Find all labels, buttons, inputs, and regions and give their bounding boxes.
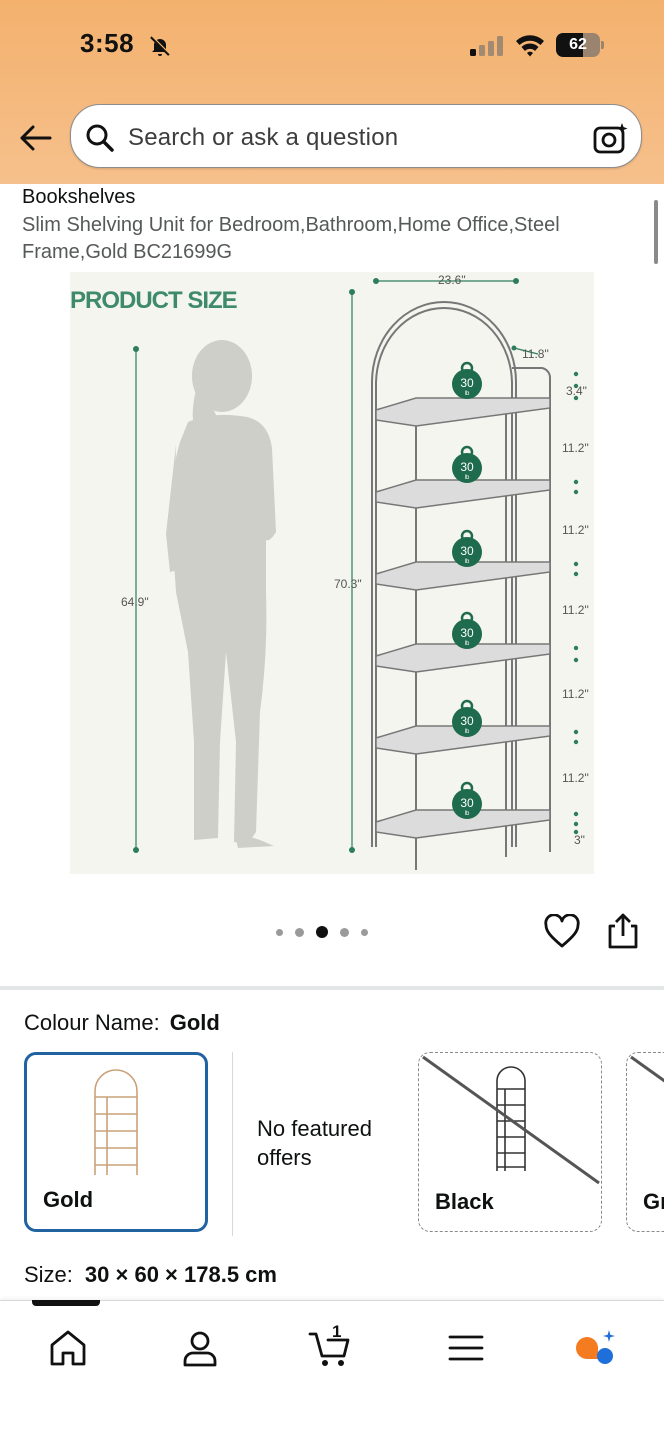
load-value: 30: [460, 714, 474, 728]
carousel-dot[interactable]: [276, 928, 283, 936]
gold-shelf-thumbnail: [94, 1069, 138, 1175]
load-value: 30: [460, 626, 474, 640]
bell-off-icon: [150, 35, 171, 56]
bottom-gap-label: 3": [574, 833, 585, 847]
carousel-dot[interactable]: [361, 928, 368, 936]
no-featured-offers: No featured offers: [257, 1116, 372, 1170]
load-value: 30: [460, 460, 474, 474]
wifi-icon: [516, 35, 544, 57]
share-icon[interactable]: [606, 912, 640, 950]
product-size-heading: PRODUCT SIZE: [70, 287, 238, 314]
search-input[interactable]: Search or ask a question: [70, 104, 642, 168]
depth-label: 11.8": [522, 347, 549, 361]
search-icon: [86, 124, 114, 152]
load-unit: lb: [465, 391, 470, 397]
carousel-dot[interactable]: [295, 927, 304, 937]
status-time: 3:58: [80, 28, 135, 58]
total-height-label: 70.3": [334, 577, 362, 591]
account-icon[interactable]: [178, 1326, 222, 1370]
size-value: 30 × 60 × 178.5 cm: [84, 1262, 277, 1287]
cart-count: 1: [332, 1322, 342, 1341]
back-arrow-icon[interactable]: [16, 118, 56, 158]
section-divider: [0, 986, 664, 990]
carousel-dots[interactable]: [276, 925, 368, 939]
product-title: Slim Shelving Unit for Bedroom,Bathroom,…: [22, 214, 560, 263]
colour-option-gold[interactable]: Gold: [24, 1052, 208, 1232]
load-value: 30: [460, 796, 474, 810]
home-icon[interactable]: [46, 1326, 90, 1370]
load-unit: lb: [465, 559, 470, 565]
load-badges: 30lb 30lb 30lb 30lb 30lb 30lb: [452, 361, 482, 819]
load-unit: lb: [465, 729, 470, 735]
size-label: Size:: [24, 1262, 73, 1287]
signal-icon: [470, 36, 503, 56]
colour-option-label: Black: [435, 1189, 494, 1214]
search-placeholder: Search or ask a question: [128, 124, 399, 151]
shelf-gap-label: 11.2": [562, 441, 589, 455]
load-unit: lb: [465, 811, 470, 817]
heart-icon[interactable]: [544, 914, 580, 950]
colour-option-grey[interactable]: Gr: [626, 1052, 664, 1232]
product-size-diagram: PRODUCT SIZE 64.9" 70.3" 23.6" 11.8" 30l…: [70, 273, 589, 870]
person-silhouette: [166, 340, 276, 848]
menu-icon[interactable]: [444, 1326, 488, 1370]
carousel-dot-active[interactable]: [316, 926, 328, 938]
colour-name-row: Colour Name: Gold: [24, 1010, 220, 1036]
battery-indicator: 62: [556, 33, 604, 57]
size-row[interactable]: Size: 30 × 60 × 178.5 cm: [24, 1262, 277, 1288]
swatch-separator: [232, 1052, 233, 1236]
shelf-gap-label: 11.2": [562, 687, 589, 701]
battery-level-text: 62: [569, 36, 587, 53]
cart-icon: [308, 1332, 350, 1366]
load-unit: lb: [465, 475, 470, 481]
person-height-label: 64.9": [121, 595, 149, 609]
rufus-icon[interactable]: [572, 1326, 616, 1370]
app-header: 3:58 62 Search or ask a question: [0, 0, 664, 184]
carousel-dot[interactable]: [340, 927, 349, 937]
top-gap-label: 3.4": [566, 384, 587, 398]
load-value: 30: [460, 376, 474, 390]
nav-active-indicator: [32, 1300, 100, 1306]
shelf-gap-label: 11.2": [562, 771, 589, 785]
product-image[interactable]: PRODUCT SIZE 64.9" 70.3" 23.6" 11.8" 30 …: [70, 272, 594, 874]
colour-label: Colour Name:: [24, 1010, 160, 1035]
colour-option-black[interactable]: Black: [418, 1052, 602, 1232]
colour-selected-value: Gold: [169, 1010, 220, 1035]
scrollbar[interactable]: [654, 200, 658, 264]
camera-icon[interactable]: [593, 121, 629, 155]
width-label: 23.6": [438, 273, 466, 287]
colour-option-label: Gr: [643, 1189, 664, 1214]
breadcrumb[interactable]: Bookshelves: [22, 186, 135, 209]
cart-button[interactable]: 1: [308, 1322, 352, 1370]
load-unit: lb: [465, 641, 470, 647]
shelf-gap-label: 11.2": [562, 523, 589, 537]
colour-option-label: Gold: [43, 1187, 94, 1212]
shelf-gap-label: 11.2": [562, 603, 589, 617]
load-value: 30: [460, 544, 474, 558]
